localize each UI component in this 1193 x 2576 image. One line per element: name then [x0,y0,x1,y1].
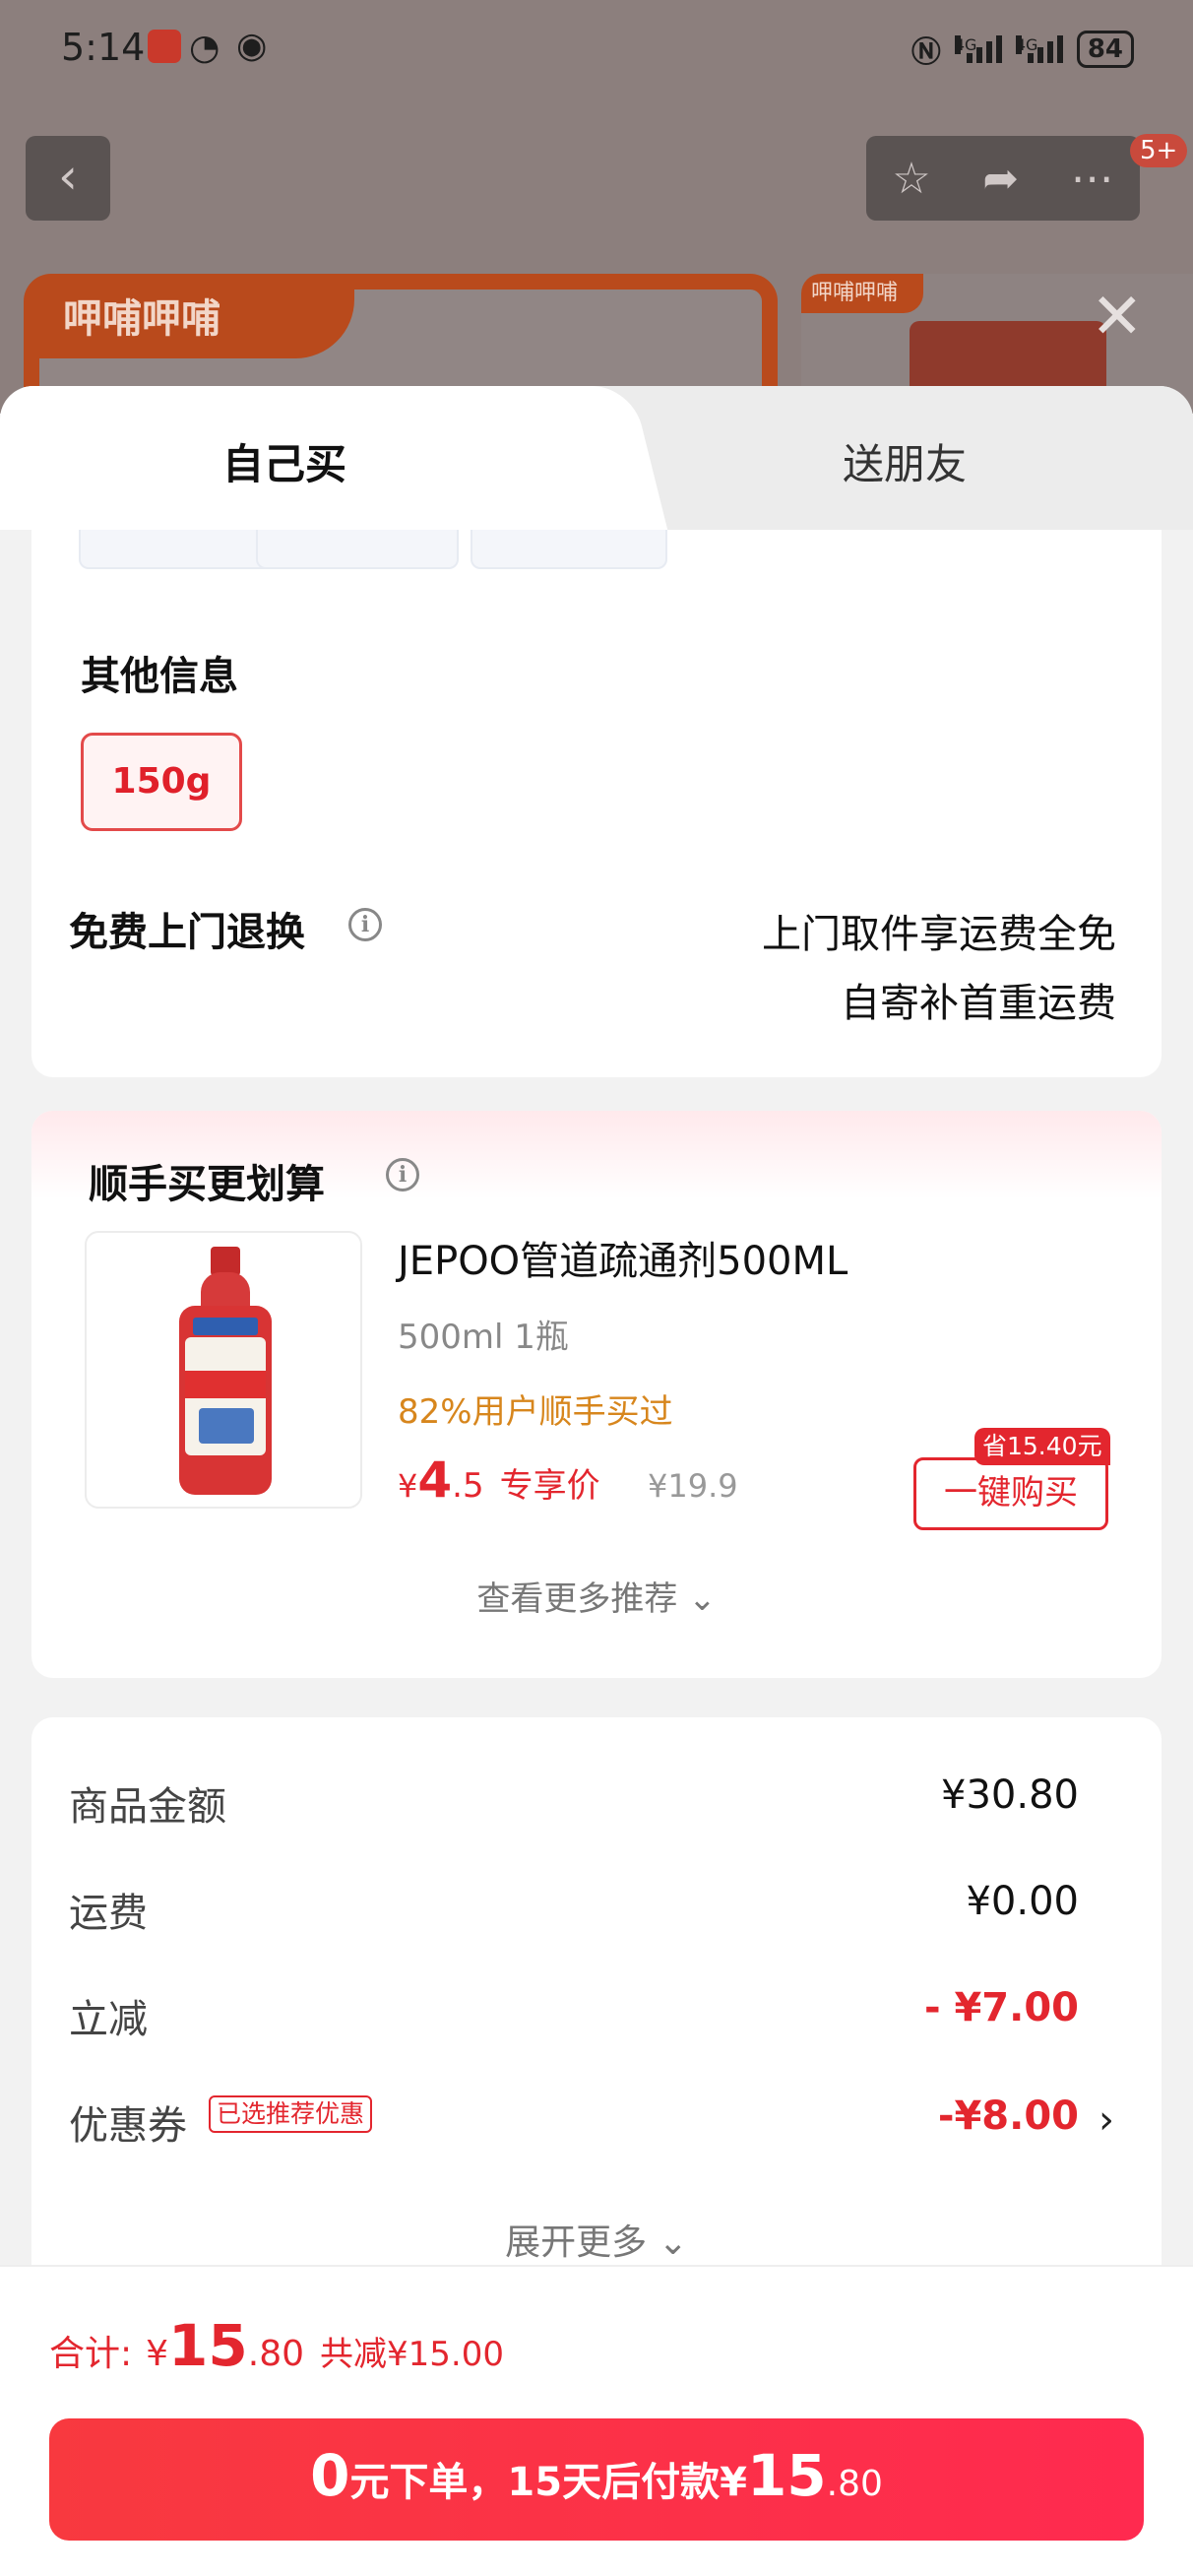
status-right: Ⓝ 4G 4G 84 [911,28,1134,71]
discount-label: 立减 [69,1997,148,2042]
product-spec: 500ml 1瓶 [398,1318,569,1357]
total-saved: 共减¥15.00 [320,2335,504,2374]
more-icon[interactable]: ⋯ [1071,154,1114,204]
tab-bar: 自己买 送朋友 [0,386,1193,530]
brand-logo-small: 呷哺呷哺 [801,274,923,313]
brand-logo: 呷哺呷哺 [39,290,354,358]
share-icon[interactable]: ➦ [982,154,1019,204]
chevron-down-icon: ⌄ [658,2222,688,2263]
price-tag: 专享价 [499,1466,600,1506]
background-page: 5:14 ◔ ◉ Ⓝ 4G 4G 84 ‹ ☆ ➦ ⋯ 5+ 呷哺呷哺 呷哺呷哺… [0,0,1193,414]
total-amount: 合计: ¥ 15 .80 共减¥15.00 [49,2312,504,2379]
return-policy-line1: 上门取件享运费全免 [762,912,1116,957]
goods-amount-label: 商品金额 [69,1784,226,1830]
purchase-sheet: 自己买 送朋友 其他信息 150g 免费上门退换 i 上门取件享运费全免 自寄补… [0,386,1193,2576]
coupon-tag: 已选推荐优惠 [209,2095,373,2133]
discount-value: - ¥7.00 [923,1985,1079,2030]
shipping-value: ¥0.00 [966,1879,1079,1924]
section-title-other-info: 其他信息 [81,654,238,699]
close-icon[interactable]: ✕ [1091,286,1144,349]
return-policy-line2: 自寄补首重运费 [841,981,1116,1026]
coupon-value[interactable]: -¥8.00 [938,2093,1079,2139]
chevron-right-icon[interactable]: › [1099,2097,1114,2143]
options-card: 其他信息 150g 免费上门退换 i 上门取件享运费全免 自寄补首重运费 [31,530,1162,1077]
product-thumbnail[interactable] [85,1231,362,1509]
coupon-label[interactable]: 优惠券 [69,2093,187,2151]
status-bar: 5:14 ◔ ◉ Ⓝ 4G 4G 84 [0,0,1193,98]
speed-icon: ◔ [189,28,220,68]
product-name[interactable]: JEPOO管道疏通剂500ML [398,1229,848,1286]
product-price: ¥ 4 .5 专享价 [398,1451,600,1509]
option-chip[interactable] [256,530,459,569]
message-badge: 5+ [1130,134,1188,167]
social-proof: 82%用户顺手买过 [398,1392,673,1432]
place-order-button[interactable]: 0 元下单，15天后付款¥ 15 .80 [49,2418,1144,2541]
goods-amount-value: ¥30.80 [941,1772,1079,1818]
star-icon[interactable]: ☆ [892,154,930,204]
back-icon[interactable]: ‹ [26,136,110,221]
bundle-title: 顺手买更划算 [89,1162,325,1207]
option-chip-selected[interactable]: 150g [81,733,242,831]
tab-send-to-friend[interactable]: 送朋友 [843,431,967,491]
one-click-buy-button[interactable]: 一键购买 [913,1457,1108,1530]
nfc-icon: Ⓝ [910,35,941,70]
option-chip[interactable] [471,530,667,569]
bottle-image [179,1247,272,1495]
chevron-down-icon: ⌄ [688,1579,717,1619]
bundle-card: 顺手买更划算 i JEPOO管道疏通剂500ML 500ml 1瓶 82%用户顺… [31,1111,1162,1678]
eye-icon: ◉ [236,26,268,66]
more-recommendations-link[interactable]: 查看更多推荐 ⌄ [31,1572,1162,1620]
order-summary-card: 商品金额 ¥30.80 运费 ¥0.00 立减 - ¥7.00 优惠券 已选推荐… [31,1717,1162,2308]
return-policy-title: 免费上门退换 [69,910,305,955]
app-notification-icon [148,30,181,63]
save-badge: 省15.40元 [974,1428,1110,1465]
info-icon[interactable]: i [386,1158,419,1191]
battery-icon: 84 [1076,31,1134,68]
original-price: ¥19.9 [648,1467,738,1505]
signal-icon: 4G [954,35,1002,63]
option-chip[interactable] [79,530,276,569]
shipping-label: 运费 [69,1891,148,1936]
info-icon[interactable]: i [348,908,382,941]
total-label: 合计: [49,2334,133,2374]
tab-buy-for-self[interactable]: 自己买 [222,431,346,491]
expand-more-link[interactable]: 展开更多 ⌄ [31,2214,1162,2265]
checkout-bar: 合计: ¥ 15 .80 共减¥15.00 0 元下单，15天后付款¥ 15 .… [0,2265,1193,2576]
status-time: 5:14 [61,26,146,69]
signal-icon-2: 4G [1015,35,1063,63]
top-toolbar: ☆ ➦ ⋯ [866,136,1140,221]
